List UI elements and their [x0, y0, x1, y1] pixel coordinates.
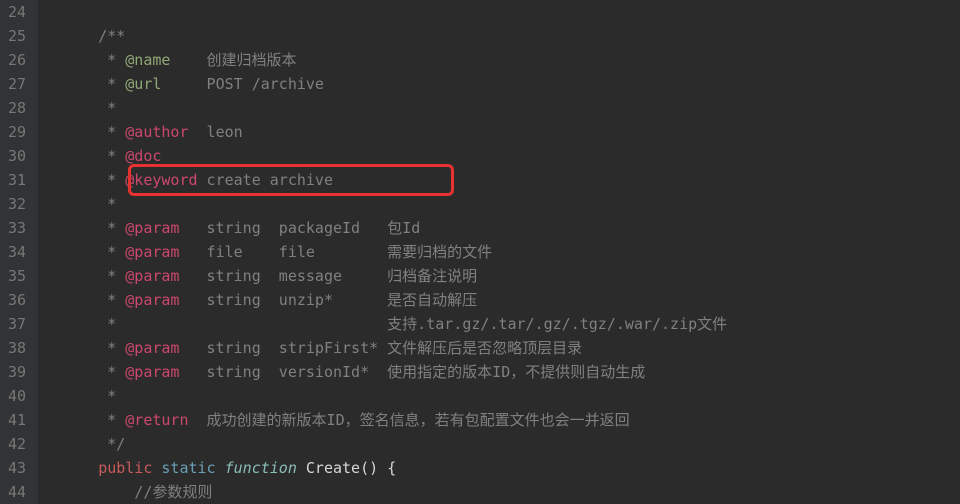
token: *	[107, 267, 125, 285]
token: @param	[125, 339, 179, 357]
line-number: 44	[8, 480, 26, 504]
token: *	[107, 51, 125, 69]
code-line[interactable]: * @keyword create archive	[62, 168, 960, 192]
code-line[interactable]: * 支持.tar.gz/.tar/.gz/.tgz/.war/.zip文件	[62, 312, 960, 336]
line-number: 38	[8, 336, 26, 360]
token	[297, 459, 306, 477]
token: @keyword	[125, 171, 197, 189]
line-number: 27	[8, 72, 26, 96]
token	[378, 459, 387, 477]
token: * 支持.tar.gz/.tar/.gz/.tgz/.war/.zip文件	[107, 315, 727, 333]
code-line[interactable]: * @param string versionId* 使用指定的版本ID，不提供…	[62, 360, 960, 384]
token: *	[107, 147, 125, 165]
token: @param	[125, 243, 179, 261]
line-number: 37	[8, 312, 26, 336]
line-number: 36	[8, 288, 26, 312]
code-line[interactable]: *	[62, 384, 960, 408]
token: string message 归档备注说明	[179, 267, 477, 285]
token: string packageId 包Id	[179, 219, 420, 237]
token: @param	[125, 267, 179, 285]
line-number: 39	[8, 360, 26, 384]
token: /**	[98, 27, 125, 45]
token: @param	[125, 291, 179, 309]
line-number: 30	[8, 144, 26, 168]
token: */	[107, 435, 125, 453]
token: @param	[125, 363, 179, 381]
token: string stripFirst* 文件解压后是否忽略顶层目录	[179, 339, 582, 357]
token: {	[387, 459, 396, 477]
token: *	[107, 243, 125, 261]
token: *	[107, 219, 125, 237]
token: @author	[125, 123, 188, 141]
code-line[interactable]: */	[62, 432, 960, 456]
token: public	[98, 459, 152, 477]
code-line[interactable]: *	[62, 96, 960, 120]
code-area[interactable]: /** * @name 创建归档版本 * @url POST /archive …	[38, 0, 960, 504]
token: function	[225, 459, 297, 477]
code-line[interactable]	[62, 0, 960, 24]
line-number: 25	[8, 24, 26, 48]
token: 成功创建的新版本ID，签名信息，若有包配置文件也会一并返回	[189, 411, 630, 429]
line-number: 31	[8, 168, 26, 192]
token: string unzip* 是否自动解压	[179, 291, 477, 309]
token: *	[107, 387, 116, 405]
token: @url	[125, 75, 161, 93]
token: *	[107, 75, 125, 93]
line-number: 28	[8, 96, 26, 120]
token: @param	[125, 219, 179, 237]
code-line[interactable]: * @param string stripFirst* 文件解压后是否忽略顶层目…	[62, 336, 960, 360]
line-number: 40	[8, 384, 26, 408]
token: @return	[125, 411, 188, 429]
code-line[interactable]: * @author leon	[62, 120, 960, 144]
token: leon	[189, 123, 243, 141]
token: *	[107, 291, 125, 309]
code-line[interactable]: * @url POST /archive	[62, 72, 960, 96]
code-line[interactable]: * @param string packageId 包Id	[62, 216, 960, 240]
token: *	[107, 171, 125, 189]
code-line[interactable]: * @param file file 需要归档的文件	[62, 240, 960, 264]
token: 创建归档版本	[170, 51, 296, 69]
token: ()	[360, 459, 378, 477]
token: *	[107, 363, 125, 381]
token: //参数规则	[134, 483, 212, 501]
token: *	[107, 195, 116, 213]
line-number-gutter: 2425262728293031323334353637383940414243…	[0, 0, 38, 504]
token: *	[107, 99, 116, 117]
code-line[interactable]: * @name 创建归档版本	[62, 48, 960, 72]
token: POST /archive	[161, 75, 324, 93]
token	[216, 459, 225, 477]
token: @doc	[125, 147, 161, 165]
code-line[interactable]: * @param string unzip* 是否自动解压	[62, 288, 960, 312]
line-number: 35	[8, 264, 26, 288]
code-line[interactable]: *	[62, 192, 960, 216]
code-line[interactable]: //参数规则	[62, 480, 960, 504]
code-line[interactable]: /**	[62, 24, 960, 48]
code-line[interactable]: public static function Create() {	[62, 456, 960, 480]
token: @name	[125, 51, 170, 69]
token: *	[107, 339, 125, 357]
code-line[interactable]: * @return 成功创建的新版本ID，签名信息，若有包配置文件也会一并返回	[62, 408, 960, 432]
line-number: 24	[8, 0, 26, 24]
code-line[interactable]: * @doc	[62, 144, 960, 168]
token: static	[161, 459, 215, 477]
line-number: 26	[8, 48, 26, 72]
code-line[interactable]: * @param string message 归档备注说明	[62, 264, 960, 288]
token: *	[107, 123, 125, 141]
line-number: 41	[8, 408, 26, 432]
token: create archive	[198, 171, 333, 189]
line-number: 43	[8, 456, 26, 480]
token: file file 需要归档的文件	[179, 243, 492, 261]
line-number: 34	[8, 240, 26, 264]
token: *	[107, 411, 125, 429]
token: string versionId* 使用指定的版本ID，不提供则自动生成	[179, 363, 645, 381]
line-number: 42	[8, 432, 26, 456]
line-number: 33	[8, 216, 26, 240]
line-number: 29	[8, 120, 26, 144]
code-editor: 2425262728293031323334353637383940414243…	[0, 0, 960, 504]
line-number: 32	[8, 192, 26, 216]
token: Create	[306, 459, 360, 477]
